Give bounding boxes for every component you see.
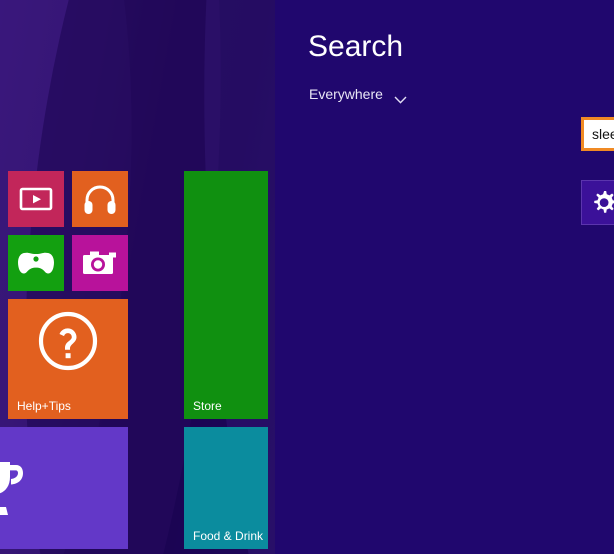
question-circle-icon <box>8 299 128 401</box>
search-input[interactable] <box>584 120 614 148</box>
tile-video[interactable] <box>8 171 64 227</box>
page-title: Search <box>308 30 404 63</box>
video-player-icon <box>8 171 64 227</box>
tile-games[interactable] <box>8 235 64 291</box>
search-scope-dropdown[interactable]: Everywhere <box>309 85 407 104</box>
search-box <box>581 117 614 151</box>
start-screen: Help+Tips Store Food & Drink <box>0 0 275 554</box>
tile-food-drink[interactable]: Food & Drink <box>184 427 268 549</box>
tile-label-help-tips: Help+Tips <box>17 399 71 413</box>
camera-icon <box>72 235 128 291</box>
tile-label-food-drink: Food & Drink <box>193 529 264 543</box>
search-result-item[interactable]: Power and sleep settings <box>581 180 614 225</box>
tile-trophy[interactable] <box>0 427 128 549</box>
search-scope-label: Everywhere <box>309 86 383 102</box>
tile-help-tips[interactable]: Help+Tips <box>8 299 128 419</box>
chevron-down-icon <box>394 91 407 104</box>
tile-music[interactable] <box>72 171 128 227</box>
tile-camera[interactable] <box>72 235 128 291</box>
headphones-icon <box>72 171 128 227</box>
tile-store[interactable]: Store <box>184 171 268 419</box>
trophy-icon <box>0 427 106 549</box>
search-results-list: Power and sleep settings <box>581 180 614 225</box>
windows-search-screen: Help+Tips Store Food & Drink Search Ever… <box>0 0 614 554</box>
tile-label-store: Store <box>193 399 222 413</box>
search-panel: Search Everywhere sleep settings <box>275 0 614 554</box>
xbox-controller-icon <box>8 235 64 291</box>
gear-icon <box>581 180 614 225</box>
